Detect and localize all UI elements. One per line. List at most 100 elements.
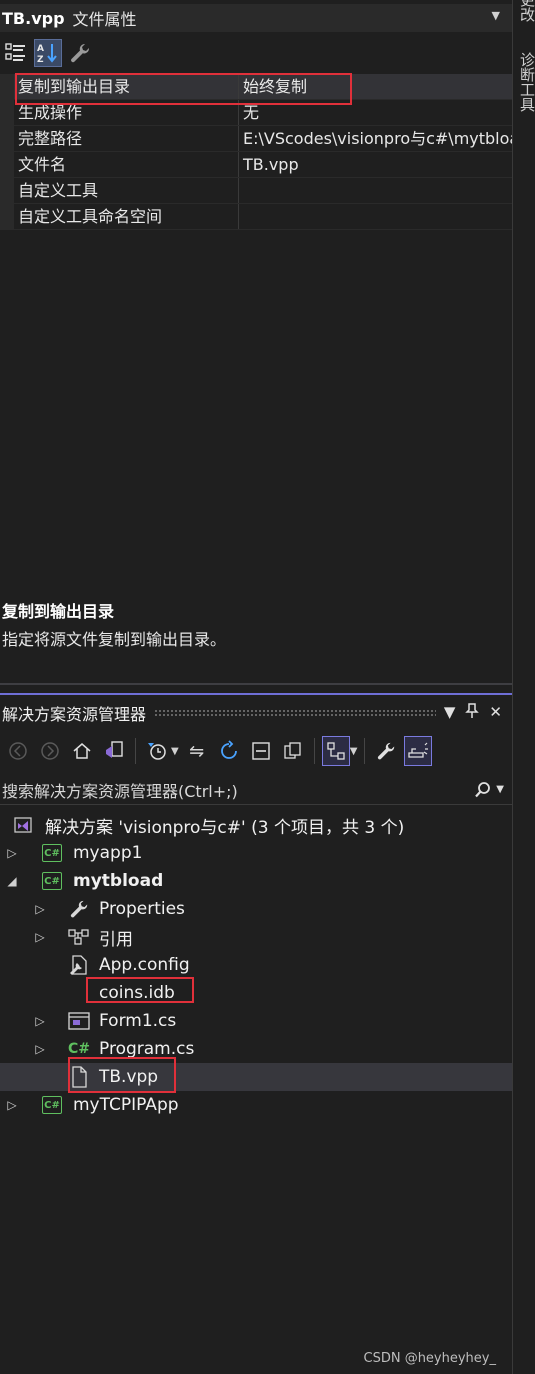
property-row-build-action[interactable]: 生成操作 无 xyxy=(0,100,512,126)
property-key: 文件名 xyxy=(14,152,239,177)
search-icon[interactable] xyxy=(474,781,492,799)
property-key: 生成操作 xyxy=(14,100,239,125)
property-pages-button[interactable] xyxy=(66,39,94,67)
csharp-file-label: C# xyxy=(68,1041,91,1057)
hierarchy-icon xyxy=(327,742,345,760)
refresh-icon[interactable] xyxy=(215,736,243,766)
expand-arrow-icon[interactable]: ▷ xyxy=(33,1014,47,1028)
svg-text:Z: Z xyxy=(37,55,44,65)
solution-explorer-panel: 解决方案资源管理器 ▼ ✕ ▼ ⇋ ▼ 搜索解决方案资源管理器(Ctrl+;) … xyxy=(0,693,512,1374)
expand-arrow-icon[interactable]: ▷ xyxy=(33,930,47,944)
solution-tree: 解决方案 'visionpro与c#' (3 个项目，共 3 个) ▷ C# m… xyxy=(0,811,512,1119)
property-row-file-name[interactable]: 文件名 TB.vpp xyxy=(0,152,512,178)
property-value[interactable]: 无 xyxy=(239,100,512,125)
tree-item-label: coins.idb xyxy=(99,983,175,1003)
property-value[interactable]: 始终复制 xyxy=(239,74,512,99)
diagnostic-tools-tab[interactable]: 诊断工具 xyxy=(517,52,535,112)
property-row-custom-tool[interactable]: 自定义工具 xyxy=(0,178,512,204)
preview-selected-items-button[interactable] xyxy=(404,736,433,766)
categorized-icon xyxy=(5,43,25,61)
tree-item-properties[interactable]: ▷ Properties xyxy=(0,895,512,923)
forward-icon[interactable] xyxy=(36,736,64,766)
panel-title: 解决方案资源管理器 xyxy=(2,705,147,724)
properties-panel: TB.vpp 文件属性 ▼ A Z 复制到输出目录 始终复制 生成操作 无 完整… xyxy=(0,0,512,685)
chevron-down-icon[interactable]: ▼ xyxy=(350,746,358,757)
sync-with-active-document-icon[interactable]: ⇋ xyxy=(183,736,211,766)
property-value[interactable]: TB.vpp xyxy=(239,152,512,177)
property-key: 完整路径 xyxy=(14,126,239,151)
pin-icon[interactable] xyxy=(465,703,480,723)
property-row-custom-tool-namespace[interactable]: 自定义工具命名空间 xyxy=(0,204,512,230)
expand-arrow-icon[interactable]: ▷ xyxy=(33,1042,47,1056)
alphabetical-button[interactable]: A Z xyxy=(34,39,62,67)
close-icon[interactable]: ✕ xyxy=(489,703,502,723)
tree-item-label: 解决方案 'visionpro与c#' (3 个项目，共 3 个) xyxy=(45,817,405,838)
property-value[interactable] xyxy=(239,178,512,203)
window-position-dropdown-icon[interactable]: ▼ xyxy=(444,703,456,723)
tree-item-program[interactable]: ▷ C# Program.cs xyxy=(0,1035,512,1063)
tree-item-coins-idb[interactable]: coins.idb xyxy=(0,979,512,1007)
solution-explorer-toolbar: ▼ ⇋ ▼ xyxy=(0,733,512,769)
property-row-full-path[interactable]: 完整路径 E:\VScodes\visionpro与c#\mytbload\TB… xyxy=(0,126,512,152)
back-icon[interactable] xyxy=(4,736,32,766)
expand-arrow-icon[interactable]: ▷ xyxy=(33,902,47,916)
sort-alphabetical-icon: A Z xyxy=(37,44,57,65)
solution-explorer-titlebar[interactable]: 解决方案资源管理器 ▼ ✕ xyxy=(0,699,512,727)
svg-text:A: A xyxy=(37,44,44,54)
properties-object-kind: 文件属性 xyxy=(72,10,137,29)
tree-item-project-mytbload[interactable]: ◢ C# mytbload xyxy=(0,867,512,895)
properties-wrench-icon[interactable] xyxy=(372,736,400,766)
search-input[interactable]: 搜索解决方案资源管理器(Ctrl+;) xyxy=(0,778,474,802)
tree-item-label: Properties xyxy=(99,899,185,919)
property-grid: 复制到输出目录 始终复制 生成操作 无 完整路径 E:\VScodes\visi… xyxy=(0,74,512,230)
properties-object-selector[interactable]: TB.vpp 文件属性 ▼ xyxy=(0,4,512,32)
references-icon xyxy=(68,926,90,948)
tree-item-label: Form1.cs xyxy=(99,1011,177,1031)
wrench-icon xyxy=(68,898,90,920)
drag-grip[interactable] xyxy=(154,709,436,717)
csharp-project-icon: C# xyxy=(41,870,63,892)
csharp-badge: C# xyxy=(42,872,62,890)
properties-object-name: TB.vpp xyxy=(2,8,65,28)
tree-item-tb-vpp[interactable]: TB.vpp xyxy=(0,1063,512,1091)
property-value[interactable]: E:\VScodes\visionpro与c#\mytbload\TB.vpp xyxy=(239,126,512,151)
tree-item-form1[interactable]: ▷ Form1.cs xyxy=(0,1007,512,1035)
watermark: CSDN @heyheyhey_ xyxy=(363,1351,497,1366)
pending-changes-filter-icon[interactable] xyxy=(143,736,171,766)
property-key: 自定义工具 xyxy=(14,178,239,203)
solution-explorer-search[interactable]: 搜索解决方案资源管理器(Ctrl+;) ▼ xyxy=(0,775,512,805)
property-key: 复制到输出目录 xyxy=(14,74,239,99)
tree-item-project-myapp1[interactable]: ▷ C# myapp1 xyxy=(0,839,512,867)
expand-arrow-icon[interactable]: ▷ xyxy=(5,846,19,860)
tree-item-solution[interactable]: 解决方案 'visionpro与c#' (3 个项目，共 3 个) xyxy=(0,811,512,839)
tree-item-label: Program.cs xyxy=(99,1039,195,1059)
show-all-files-icon[interactable] xyxy=(279,736,307,766)
home-icon[interactable] xyxy=(68,736,96,766)
csharp-project-icon: C# xyxy=(41,1094,63,1116)
collapse-all-icon[interactable] xyxy=(247,736,275,766)
tree-item-app-config[interactable]: App.config xyxy=(0,951,512,979)
tree-item-label: myapp1 xyxy=(73,843,143,863)
chevron-down-icon[interactable]: ▼ xyxy=(492,9,500,22)
solution-icon xyxy=(12,814,34,836)
changes-tab[interactable]: 更改 xyxy=(517,0,535,22)
chevron-down-icon[interactable]: ▼ xyxy=(496,784,504,795)
chevron-down-icon[interactable]: ▼ xyxy=(171,746,179,757)
tree-item-label: mytbload xyxy=(73,871,164,891)
tree-item-project-mytcpipapp[interactable]: ▷ C# myTCPIPApp xyxy=(0,1091,512,1119)
categorized-button[interactable] xyxy=(2,39,30,67)
expand-arrow-icon[interactable]: ▷ xyxy=(5,1098,19,1112)
description-text: 指定将源文件复制到输出目录。 xyxy=(2,630,227,649)
tree-item-references[interactable]: ▷ 引用 xyxy=(0,923,512,951)
csharp-badge: C# xyxy=(42,1096,62,1114)
show-view-button[interactable] xyxy=(321,736,350,766)
switch-views-icon[interactable] xyxy=(100,736,128,766)
file-icon xyxy=(68,1066,90,1088)
csharp-file-icon: C# xyxy=(68,1038,90,1060)
property-value[interactable] xyxy=(239,204,512,229)
csharp-badge: C# xyxy=(42,844,62,862)
collapse-arrow-icon[interactable]: ◢ xyxy=(5,874,19,888)
right-tool-strip: 更改 诊断工具 xyxy=(512,0,535,1374)
property-row-copy-to-output[interactable]: 复制到输出目录 始终复制 xyxy=(0,74,512,100)
config-file-icon xyxy=(68,954,90,976)
